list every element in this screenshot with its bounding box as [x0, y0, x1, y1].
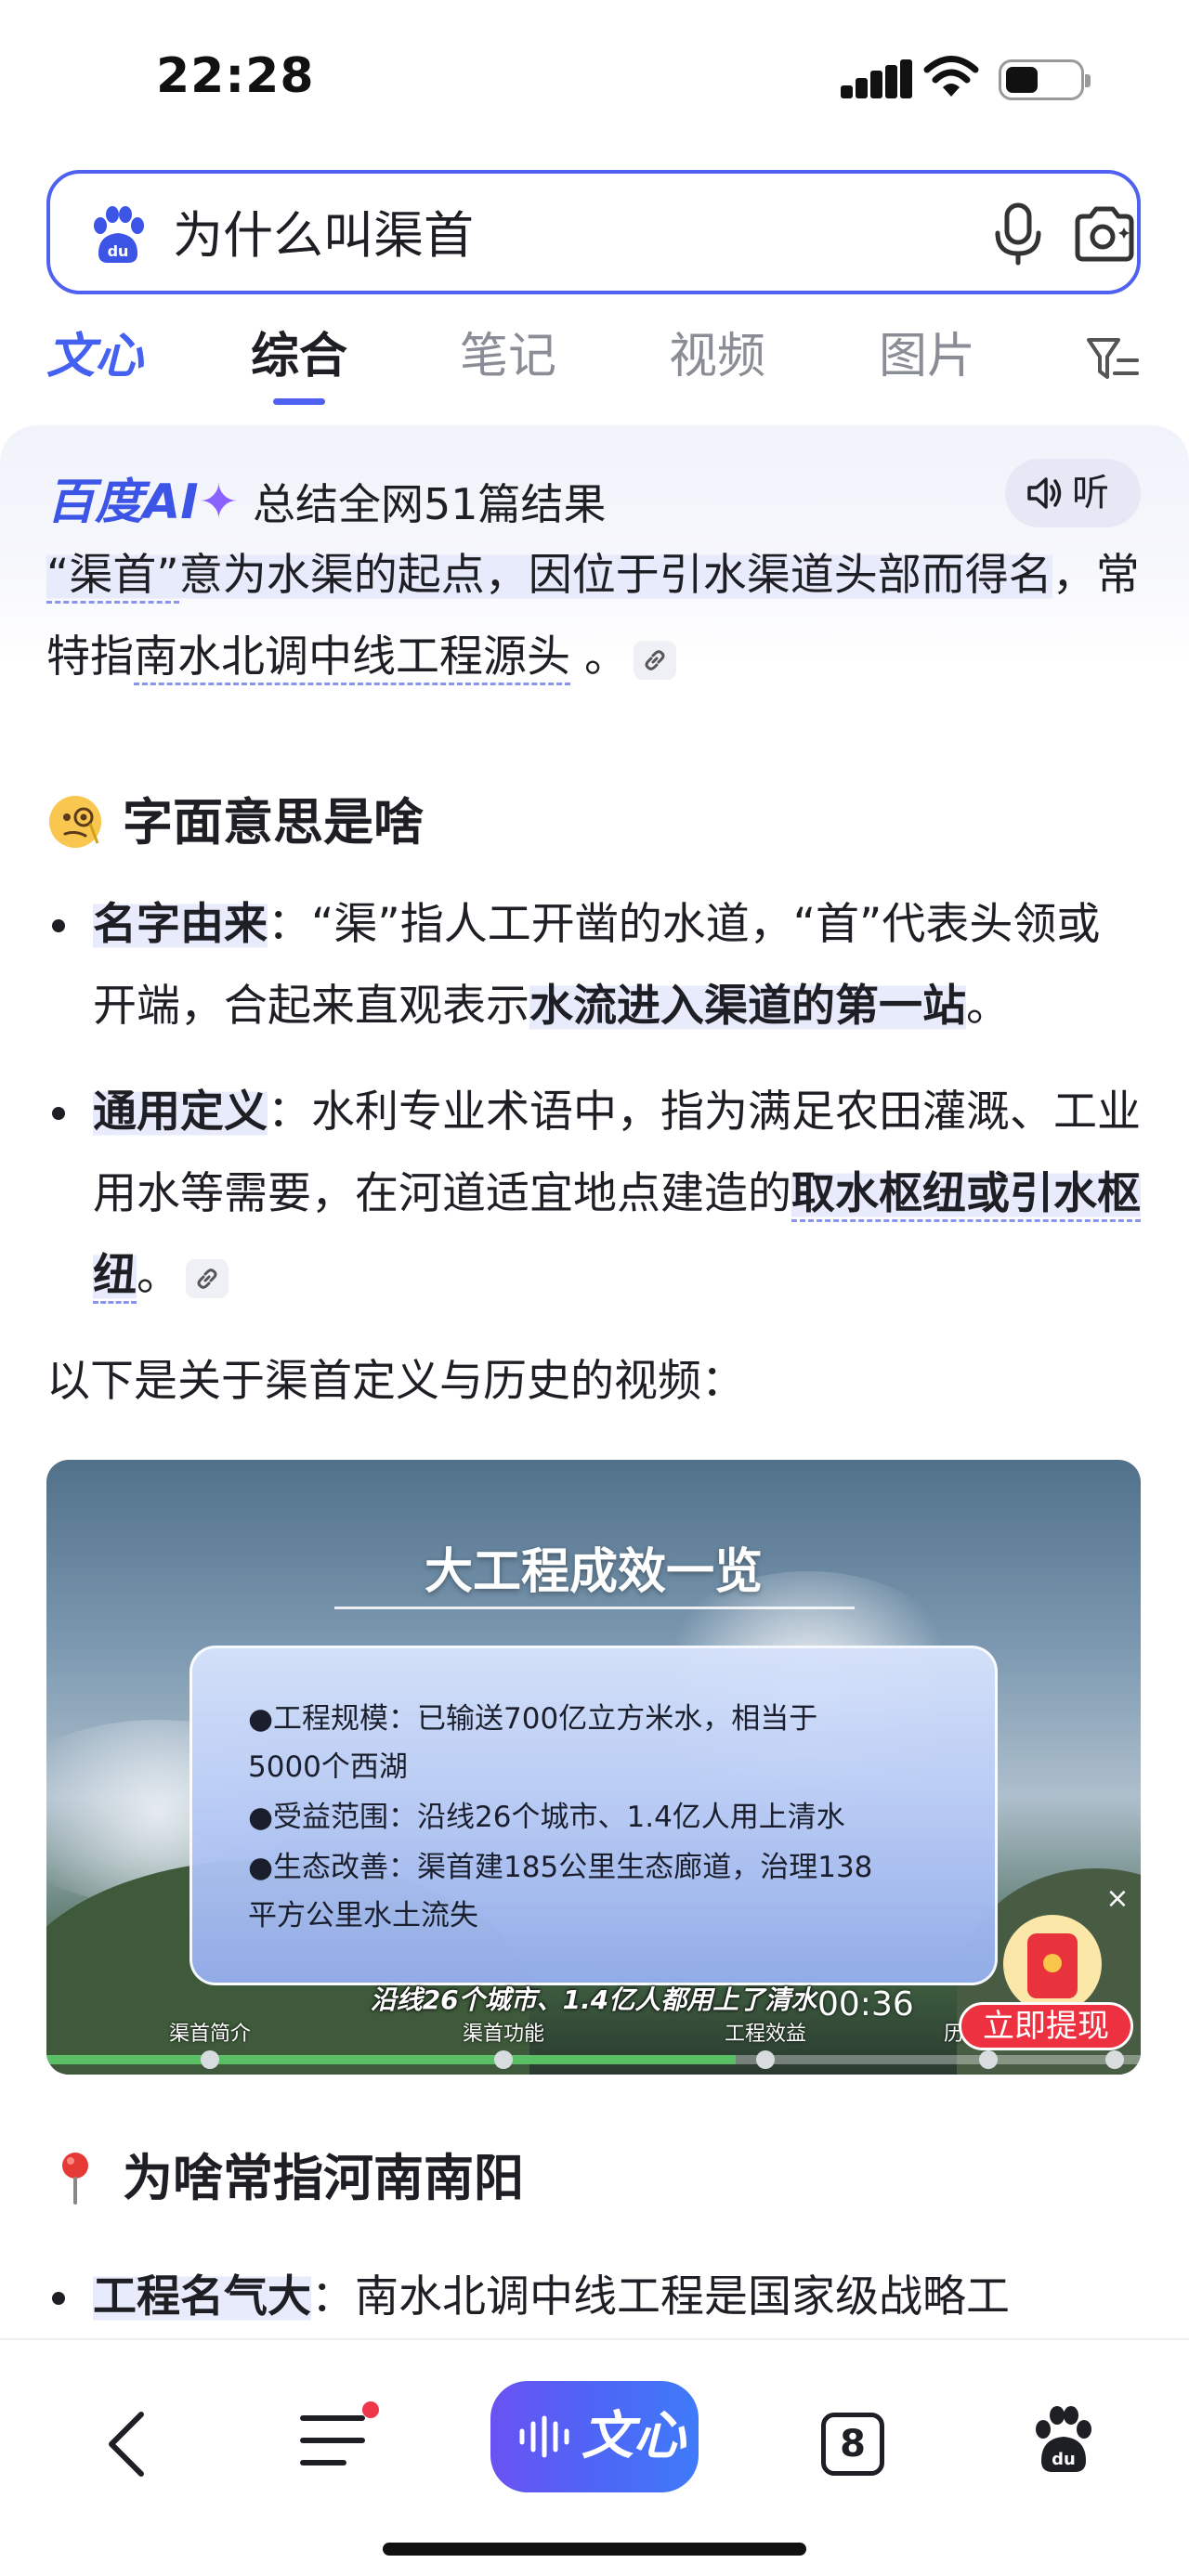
cellular-signal-icon [841, 59, 913, 98]
listen-button[interactable]: 听 [1005, 459, 1141, 527]
video-info-panel: ●工程规模：已输送700亿立方米水，相当于 5000个西湖 ●受益范围：沿线26… [189, 1646, 998, 1985]
baidu-home-icon[interactable]: du [1031, 2405, 1096, 2474]
menu-icon[interactable] [297, 2401, 379, 2472]
list-item: 工程名气大：南水北调中线工程是国家级战略工 [46, 2257, 1143, 2338]
video-line: 5000个西湖 [248, 1750, 408, 1784]
location-pin-icon [62, 2153, 88, 2205]
chapter-marker[interactable] [201, 2050, 219, 2069]
ai-summary-label: 总结全网51篇结果 [253, 479, 607, 529]
chapter-marker[interactable] [756, 2050, 775, 2069]
wenxin-assistant-button[interactable]: 文心 [490, 2381, 699, 2492]
term-qushou[interactable]: “渠首” [46, 550, 179, 604]
video-chapter[interactable]: 工程效益 [725, 2017, 806, 2047]
list-item: 通用定义：水利专业术语中，指为满足农田灌溉、工业用水等需要，在河道适宜地点建造的… [46, 1072, 1143, 1317]
voice-wave-icon [519, 2415, 569, 2458]
chapter-marker[interactable] [1105, 2050, 1124, 2069]
video-line: ●工程规模：已输送700亿立方米水，相当于 [248, 1702, 818, 1736]
ai-intro-paragraph: “渠首”意为水渠的起点，因位于引水渠道头部而得名，常特指南水北调中线工程源头 。 [46, 535, 1143, 698]
tab-comprehensive[interactable]: 综合 [251, 327, 347, 405]
microphone-icon[interactable] [990, 202, 1046, 267]
status-time: 22:28 [156, 48, 315, 104]
video-intro-text: 以下是关于渠首定义与历史的视频： [46, 1356, 745, 1407]
reference-link-icon[interactable] [186, 1258, 229, 1298]
notification-dot [362, 2401, 379, 2418]
video-slide-title: 大工程成效一览 [424, 1544, 763, 1600]
video-timestamp: 00:36 [817, 1985, 914, 2023]
baidu-paw-icon: du [94, 206, 144, 263]
svg-text:du: du [108, 242, 129, 260]
tab-notes[interactable]: 笔记 [460, 327, 556, 386]
listen-label: 听 [1072, 472, 1109, 514]
baidu-ai-logo: 百度AI✦ [46, 475, 240, 530]
home-indicator [383, 2543, 806, 2556]
tab-count-button[interactable]: 8 [821, 2413, 884, 2476]
thinking-face-emoji-icon [49, 796, 101, 849]
term-source[interactable]: 南水北调中线工程源头 [134, 631, 570, 685]
search-tabs: 文心 综合 笔记 视频 图片 [0, 316, 1189, 409]
camera-search-icon[interactable] [1072, 205, 1137, 263]
back-arrow-icon[interactable] [100, 2407, 152, 2481]
section-heading-literal: 字面意思是啥 [46, 789, 424, 856]
wifi-icon [923, 56, 979, 97]
video-progress-fill [46, 2055, 737, 2064]
video-line: ●生态改善：渠首建185公里生态廊道，治理138 [248, 1851, 873, 1884]
svg-text:du: du [1052, 2450, 1076, 2469]
sparkle-icon: ✦ [198, 475, 240, 530]
video-chapter[interactable]: 渠首简介 [169, 2017, 251, 2047]
video-chapter[interactable]: 渠首功能 [463, 2017, 544, 2047]
close-icon[interactable]: × [1104, 1885, 1131, 1913]
video-player[interactable]: 大工程成效一览 ●工程规模：已输送700亿立方米水，相当于 5000个西湖 ●受… [46, 1460, 1141, 2075]
cash-withdraw-button[interactable]: 立即提现 [959, 2002, 1133, 2050]
chapter-marker[interactable] [494, 2050, 513, 2069]
chapter-marker[interactable] [979, 2050, 998, 2069]
section-heading-nanyang: 为啥常指河南南阳 [46, 2145, 524, 2212]
reference-link-icon[interactable] [633, 640, 676, 680]
battery-icon [999, 59, 1091, 100]
status-bar: 22:28 [0, 0, 1189, 158]
search-box[interactable]: du 为什么叫渠首 [46, 170, 1141, 294]
speaker-icon [1027, 477, 1062, 509]
video-line: ●受益范围：沿线26个城市、1.4亿人用上清水 [248, 1801, 845, 1834]
search-query-text[interactable]: 为什么叫渠首 [173, 205, 474, 267]
video-line: 平方公里水土流失 [248, 1899, 478, 1932]
bottom-nav-bar: 文心 8 du [0, 2338, 1189, 2576]
tab-wenxin[interactable]: 文心 [46, 327, 143, 386]
wenxin-label: 文心 [581, 2406, 686, 2466]
list-item: 名字由来：“渠”指人工开凿的水道，“首”代表头领或开端，合起来直观表示水流进入渠… [46, 884, 1143, 1047]
tab-images[interactable]: 图片 [879, 327, 975, 386]
filter-icon[interactable] [1085, 334, 1141, 384]
tab-videos[interactable]: 视频 [669, 327, 765, 386]
